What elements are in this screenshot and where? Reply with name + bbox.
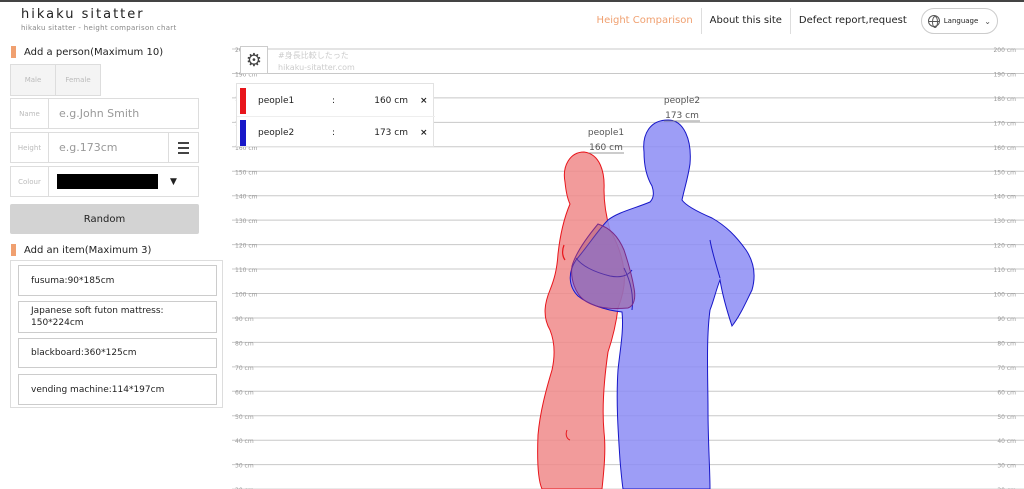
legend-row-people2[interactable]: people2 : 173 cm × (237, 117, 435, 149)
name-label: Name (11, 99, 49, 128)
legend-name: people1 (258, 95, 295, 106)
people2-chart-height: 173 cm (665, 111, 699, 121)
settings-button[interactable]: ⚙ (240, 46, 268, 74)
item-futon[interactable]: Japanese soft futon mattress: 150*224cm (18, 301, 217, 333)
legend-row-people1[interactable]: people1 : 160 cm × (237, 85, 435, 117)
top-nav: Height Comparison About this site Defect… (589, 8, 998, 34)
gear-icon: ⚙ (245, 49, 263, 71)
item-vending-machine[interactable]: vending machine:114*197cm (18, 374, 217, 405)
tick-label-right: 50 cm (997, 414, 1016, 421)
items-list: fusuma:90*185cm Japanese soft futon matt… (10, 260, 223, 408)
tick-label-right: 160 cm (993, 145, 1016, 152)
language-dropdown[interactable]: Language ⌄ (920, 8, 998, 34)
tick-label-right: 110 cm (993, 267, 1016, 274)
nav-height-comparison[interactable]: Height Comparison (589, 8, 702, 34)
colour-field[interactable]: Colour ▼ (10, 166, 199, 197)
watermark-line2: hikaku-sitatter.com (278, 63, 355, 72)
people2-chart-name: people2 (664, 96, 700, 106)
tick-label-right: 140 cm (993, 194, 1016, 201)
tick-label-left: 50 cm (235, 414, 254, 421)
people1-chart-name: people1 (588, 128, 624, 138)
nav-about[interactable]: About this site (702, 8, 791, 34)
left-panel: Add a person(Maximum 10) Male Female Nam… (0, 40, 226, 489)
tick-label-right: 120 cm (993, 243, 1016, 250)
random-button[interactable]: Random (10, 204, 199, 234)
tick-label-right: 80 cm (997, 340, 1016, 347)
people1-chart-height: 160 cm (589, 143, 623, 153)
tick-label-left: 110 cm (235, 267, 258, 274)
tick-label-left: 80 cm (235, 340, 254, 347)
tick-label-right: 100 cm (993, 292, 1016, 299)
site-subtitle: hikaku sitatter - height comparison char… (21, 24, 177, 32)
legend-height: 173 cm (374, 128, 408, 138)
gender-male-button[interactable]: Male (11, 65, 56, 95)
tick-label-left: 30 cm (235, 463, 254, 470)
tick-label-left: 100 cm (235, 292, 258, 299)
tick-label-left: 60 cm (235, 389, 254, 396)
height-input[interactable]: e.g.173cm (49, 141, 168, 154)
item-fusuma[interactable]: fusuma:90*185cm (18, 265, 217, 296)
tick-label-right: 40 cm (997, 438, 1016, 445)
tick-label-left: 130 cm (235, 218, 258, 225)
tick-label-right: 170 cm (993, 120, 1016, 127)
add-item-title: Add an item(Maximum 3) (24, 244, 152, 256)
remove-people1-icon[interactable]: × (420, 96, 428, 106)
colour-swatch[interactable] (57, 174, 158, 189)
add-item-heading: Add an item(Maximum 3) (11, 244, 151, 256)
legend-separator: : (332, 95, 336, 106)
nav-defect-report[interactable]: Defect report,request (791, 8, 915, 34)
tick-label-right: 180 cm (993, 96, 1016, 103)
add-person-heading: Add a person(Maximum 10) (11, 46, 163, 58)
dropdown-arrow-icon[interactable]: ▼ (170, 177, 177, 187)
legend-separator: : (332, 128, 336, 138)
gender-toggle: Male Female (10, 64, 101, 96)
tick-label-left: 140 cm (235, 194, 258, 201)
watermark: #身長比較したった hikaku-sitatter.com (278, 50, 355, 74)
tick-label-right: 90 cm (997, 316, 1016, 323)
legend-name: people2 (258, 128, 295, 138)
tick-label-left: 70 cm (235, 365, 254, 372)
tick-label-left: 150 cm (235, 169, 258, 176)
chevron-down-icon: ⌄ (984, 16, 991, 26)
name-field[interactable]: Name e.g.John Smith (10, 98, 199, 129)
header: hikaku sitatter hikaku sitatter - height… (0, 2, 1024, 38)
tick-label-right: 150 cm (993, 169, 1016, 176)
item-blackboard[interactable]: blackboard:360*125cm (18, 338, 217, 368)
height-list-button[interactable] (168, 133, 198, 162)
height-label: Height (11, 133, 49, 162)
people2-label: people2 173 cm (664, 96, 700, 122)
gender-female-button[interactable]: Female (56, 65, 100, 95)
legend-height: 160 cm (374, 95, 408, 106)
height-field[interactable]: Height e.g.173cm (10, 132, 199, 163)
site-logo[interactable]: hikaku sitatter (21, 7, 145, 22)
tick-label-right: 70 cm (997, 365, 1016, 372)
watermark-line1: #身長比較したった (278, 51, 349, 60)
tick-label-left: 40 cm (235, 438, 254, 445)
tick-label-right: 130 cm (993, 218, 1016, 225)
add-person-title: Add a person(Maximum 10) (24, 46, 164, 58)
tick-label-right: 60 cm (997, 389, 1016, 396)
tick-label-left: 90 cm (235, 316, 254, 323)
remove-people2-icon[interactable]: × (420, 128, 428, 138)
people1-label: people1 160 cm (588, 128, 624, 154)
tick-label-right: 200 cm (993, 47, 1016, 54)
globe-icon (927, 15, 940, 28)
section-marker (11, 46, 16, 58)
people1-silhouette[interactable] (537, 151, 625, 489)
people-legend: people1 : 160 cm × people2 : 173 cm × (236, 83, 435, 149)
tick-label-left: 120 cm (235, 243, 258, 250)
tick-label-right: 30 cm (997, 463, 1016, 470)
colour-label: Colour (11, 167, 49, 196)
tick-label-right: 190 cm (993, 71, 1016, 78)
name-input[interactable]: e.g.John Smith (49, 107, 198, 120)
section-marker (11, 244, 16, 256)
language-label: Language (943, 17, 979, 25)
